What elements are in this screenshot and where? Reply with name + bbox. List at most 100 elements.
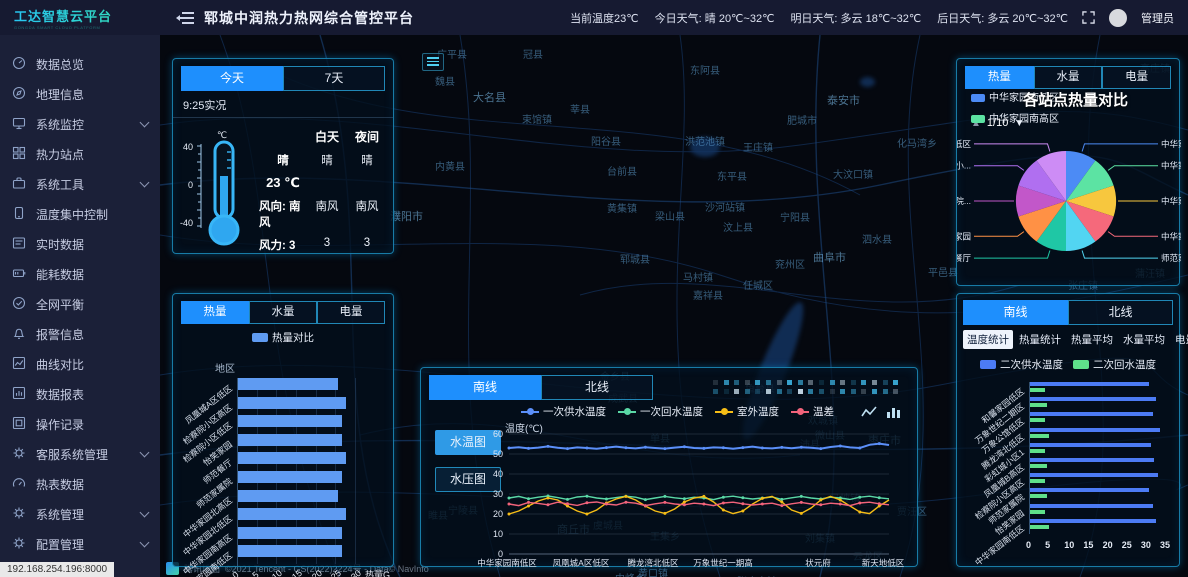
left-panel-tab-2[interactable]: 水量 [249, 301, 317, 324]
heat-ratio-panel: 热量水量电量 热量对比 地区 凤凰城A区低区检察院小区高区检察院小区低区怡笑家园… [172, 293, 394, 567]
sidebar-item-9[interactable]: 全网平衡 [0, 289, 160, 319]
realtime-icon [12, 236, 26, 253]
center-line-tab-2[interactable]: 北线 [541, 375, 653, 400]
supply-temp-bar [1030, 504, 1153, 508]
y-axis-title: 温度(℃) [505, 420, 543, 435]
left-legend-label: 热量对比 [272, 332, 314, 344]
sidebar-item-13[interactable]: 操作记录 [0, 409, 160, 439]
sidebar-item-5[interactable]: 系统工具 [0, 169, 160, 199]
sidebar-item-8[interactable]: 能耗数据 [0, 259, 160, 289]
chart-mode-button-2[interactable]: 水压图 [435, 467, 501, 492]
sidebar-item-14[interactable]: 客服系统管理 [0, 439, 160, 469]
chart-mode-button-1[interactable]: 水温图 [435, 430, 501, 455]
sidebar-item-2[interactable]: 地理信息 [0, 79, 160, 109]
map-place-label: 兖州区 [775, 256, 805, 271]
map-place-label: 束馆镇 [522, 111, 552, 126]
sidebar-item-label: 数据总览 [36, 56, 84, 73]
sidebar-item-17[interactable]: 配置管理 [0, 529, 160, 559]
fullscreen-icon[interactable] [1082, 11, 1095, 24]
left-panel-tab-3[interactable]: 电量 [317, 301, 385, 324]
header-weather-item: 当前温度23℃ [570, 10, 639, 26]
supply-temp-bar [1030, 412, 1153, 416]
right-subtab-4[interactable]: 水量平均 [1119, 330, 1169, 349]
sidebar-item-1[interactable]: 数据总览 [0, 49, 160, 79]
map-place-label: 张庄寨镇 [737, 573, 777, 577]
weather-tab-2[interactable]: 7天 [283, 66, 385, 91]
sidebar-item-label: 操作记录 [36, 416, 84, 433]
tablet-icon [12, 206, 26, 223]
night-condition: 晴 [347, 152, 387, 168]
app-logo: 工达智慧云平台 GONGDA SMART CLOUD PLATFORM [0, 0, 160, 35]
left-chart-legend: 热量对比 [173, 330, 393, 345]
weather-tab-1[interactable]: 今天 [181, 66, 283, 91]
sidebar-item-11[interactable]: 曲线对比 [0, 349, 160, 379]
line-legend-item[interactable]: 温差 [791, 404, 834, 419]
day-wind: 南风 [307, 198, 347, 230]
sidebar-item-label: 配置管理 [36, 536, 84, 553]
pie-panel-tab-3[interactable]: 电量 [1102, 66, 1171, 89]
svg-text:状元府: 状元府 [805, 558, 831, 568]
header-weather-item: 后日天气: 多云 20℃~32℃ [937, 10, 1068, 26]
left-panel-tab-1[interactable]: 热量 [181, 301, 249, 324]
heat-bar [238, 545, 342, 557]
line-legend-item[interactable]: 室外温度 [715, 404, 779, 419]
sidebar-item-16[interactable]: 系统管理 [0, 499, 160, 529]
sidebar-collapse-icon[interactable] [176, 11, 194, 25]
sidebar-item-12[interactable]: 数据报表 [0, 379, 160, 409]
header-weather-item: 明日天气: 多云 18℃~32℃ [790, 10, 921, 26]
lake-small [860, 77, 875, 87]
sidebar-item-3[interactable]: 系统监控 [0, 109, 160, 139]
sidebar-item-10[interactable]: 报警信息 [0, 319, 160, 349]
sidebar-item-15[interactable]: 热表数据 [0, 469, 160, 499]
return-temp-bar [1030, 403, 1047, 407]
pie-panel-tab-2[interactable]: 水量 [1034, 66, 1103, 89]
line-legend-item[interactable]: 一次供水温度 [521, 404, 606, 419]
supply-temp-bar [1030, 397, 1156, 401]
right-legend-item[interactable]: 二次回水温度 [1073, 357, 1156, 372]
map-place-label: 大名县 [473, 89, 506, 105]
right-subtab-2[interactable]: 热量统计 [1015, 330, 1065, 349]
bar-chart-type-icon[interactable] [885, 404, 901, 420]
supply-temp-bar [1030, 443, 1151, 447]
right-subtab-3[interactable]: 热量平均 [1067, 330, 1117, 349]
right-subtab-1[interactable]: 温度统计 [963, 330, 1013, 349]
pie-callout-label: 中华家园南低区 [1161, 139, 1181, 149]
line-chart-type-icon[interactable] [861, 404, 877, 420]
user-avatar[interactable] [1109, 9, 1127, 27]
return-temp-bar [1030, 434, 1049, 438]
panel-toggle-icon[interactable] [422, 53, 444, 71]
right-line-tab-2[interactable]: 北线 [1068, 300, 1173, 325]
center-line-tab-1[interactable]: 南线 [429, 375, 541, 400]
sidebar-item-label: 系统工具 [36, 176, 84, 193]
right-subtab-5[interactable]: 电量平均 [1171, 330, 1188, 349]
map-place-label: 泗水县 [862, 231, 892, 246]
svg-text:万象世纪一期高: 万象世纪一期高 [693, 558, 753, 568]
map-place-label: 曲阜市 [813, 249, 846, 265]
sidebar-item-label: 实时数据 [36, 236, 84, 253]
return-temp-bar [1030, 388, 1045, 392]
header-weather-item: 今日天气: 晴 20℃~32℃ [655, 10, 775, 26]
thermometer-graphic: ℃ 40 0 -40 [177, 124, 259, 252]
pie-legend-item[interactable]: 中华家园南高区 [971, 110, 1059, 125]
x-axis-tick: 20 [1103, 540, 1113, 550]
gear-icon [12, 506, 26, 523]
svg-text:0: 0 [188, 180, 193, 190]
right-legend-item[interactable]: 二次供水温度 [980, 357, 1063, 372]
map-place-label: 中峰乡 [615, 570, 645, 577]
map-place-label: 梁山县 [655, 208, 685, 223]
sidebar-item-label: 地理信息 [36, 86, 84, 103]
day-condition: 晴 [307, 152, 347, 168]
map-place-label: 汶上县 [723, 219, 753, 234]
right-line-tab-1[interactable]: 南线 [963, 300, 1068, 325]
pie-panel-tab-1[interactable]: 热量 [965, 66, 1034, 89]
return-temp-bar [1030, 525, 1049, 529]
sidebar-item-4[interactable]: 热力站点 [0, 139, 160, 169]
map-place-label: 濮阳市 [390, 208, 423, 224]
sidebar-item-6[interactable]: 温度集中控制 [0, 199, 160, 229]
svg-text:中华家园南低区: 中华家园南低区 [477, 558, 537, 568]
line-legend-item[interactable]: 一次回水温度 [618, 404, 703, 419]
sidebar-item-7[interactable]: 实时数据 [0, 229, 160, 259]
app-header: 工达智慧云平台 GONGDA SMART CLOUD PLATFORM 郓城中润… [0, 0, 1188, 35]
dashboard-root: 工达智慧云平台 GONGDA SMART CLOUD PLATFORM 郓城中润… [0, 0, 1188, 577]
weather-table: 白天 夜间 晴 晴 晴 23 ℃ 风向: 南风 南风 南风 风力: 3 3 3 [259, 124, 387, 253]
